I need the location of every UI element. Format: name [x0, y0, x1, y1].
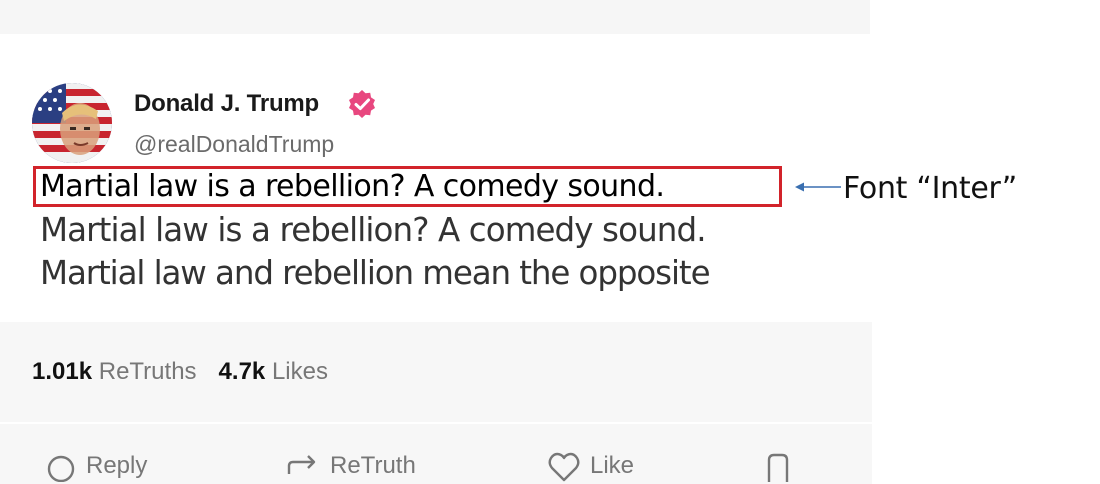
like-button[interactable]: Like [548, 452, 634, 484]
annotation-label: Font “Inter” [843, 171, 1018, 206]
bookmark-icon [767, 453, 789, 482]
likes-label[interactable]: Likes [272, 358, 328, 385]
retruth-button[interactable]: ReTruth [286, 452, 416, 484]
bookmark-button[interactable] [765, 452, 791, 484]
reply-button[interactable]: Reply [46, 452, 147, 484]
annotation-highlight-box [33, 166, 782, 207]
author-name[interactable]: Donald J. Trump [134, 90, 319, 118]
author-avatar[interactable] [32, 83, 112, 163]
verified-badge-icon [349, 90, 375, 118]
previous-post-strip [0, 0, 870, 34]
retruth-label: ReTruth [330, 452, 416, 479]
retruths-count[interactable]: 1.01k [32, 358, 92, 385]
reply-label: Reply [86, 452, 148, 479]
post-stats: 1.01k ReTruths 4.7k Likes [32, 358, 328, 386]
avatar-image [32, 83, 112, 163]
screenshot-canvas: Donald J. Trump @realDonaldTrump Martial… [0, 0, 1100, 484]
like-label: Like [590, 452, 635, 479]
author-handle[interactable]: @realDonaldTrump [134, 131, 334, 158]
retruth-icon [287, 455, 316, 474]
post-text-line-3: Martial law and rebellion mean the oppos… [40, 254, 711, 292]
likes-count[interactable]: 4.7k [219, 358, 266, 385]
post-text-line-2: Martial law is a rebellion? A comedy sou… [40, 211, 707, 249]
retruths-label[interactable]: ReTruths [99, 358, 197, 385]
annotation-arrow-icon [795, 182, 841, 192]
heart-icon [548, 452, 580, 482]
reply-icon [47, 455, 75, 482]
